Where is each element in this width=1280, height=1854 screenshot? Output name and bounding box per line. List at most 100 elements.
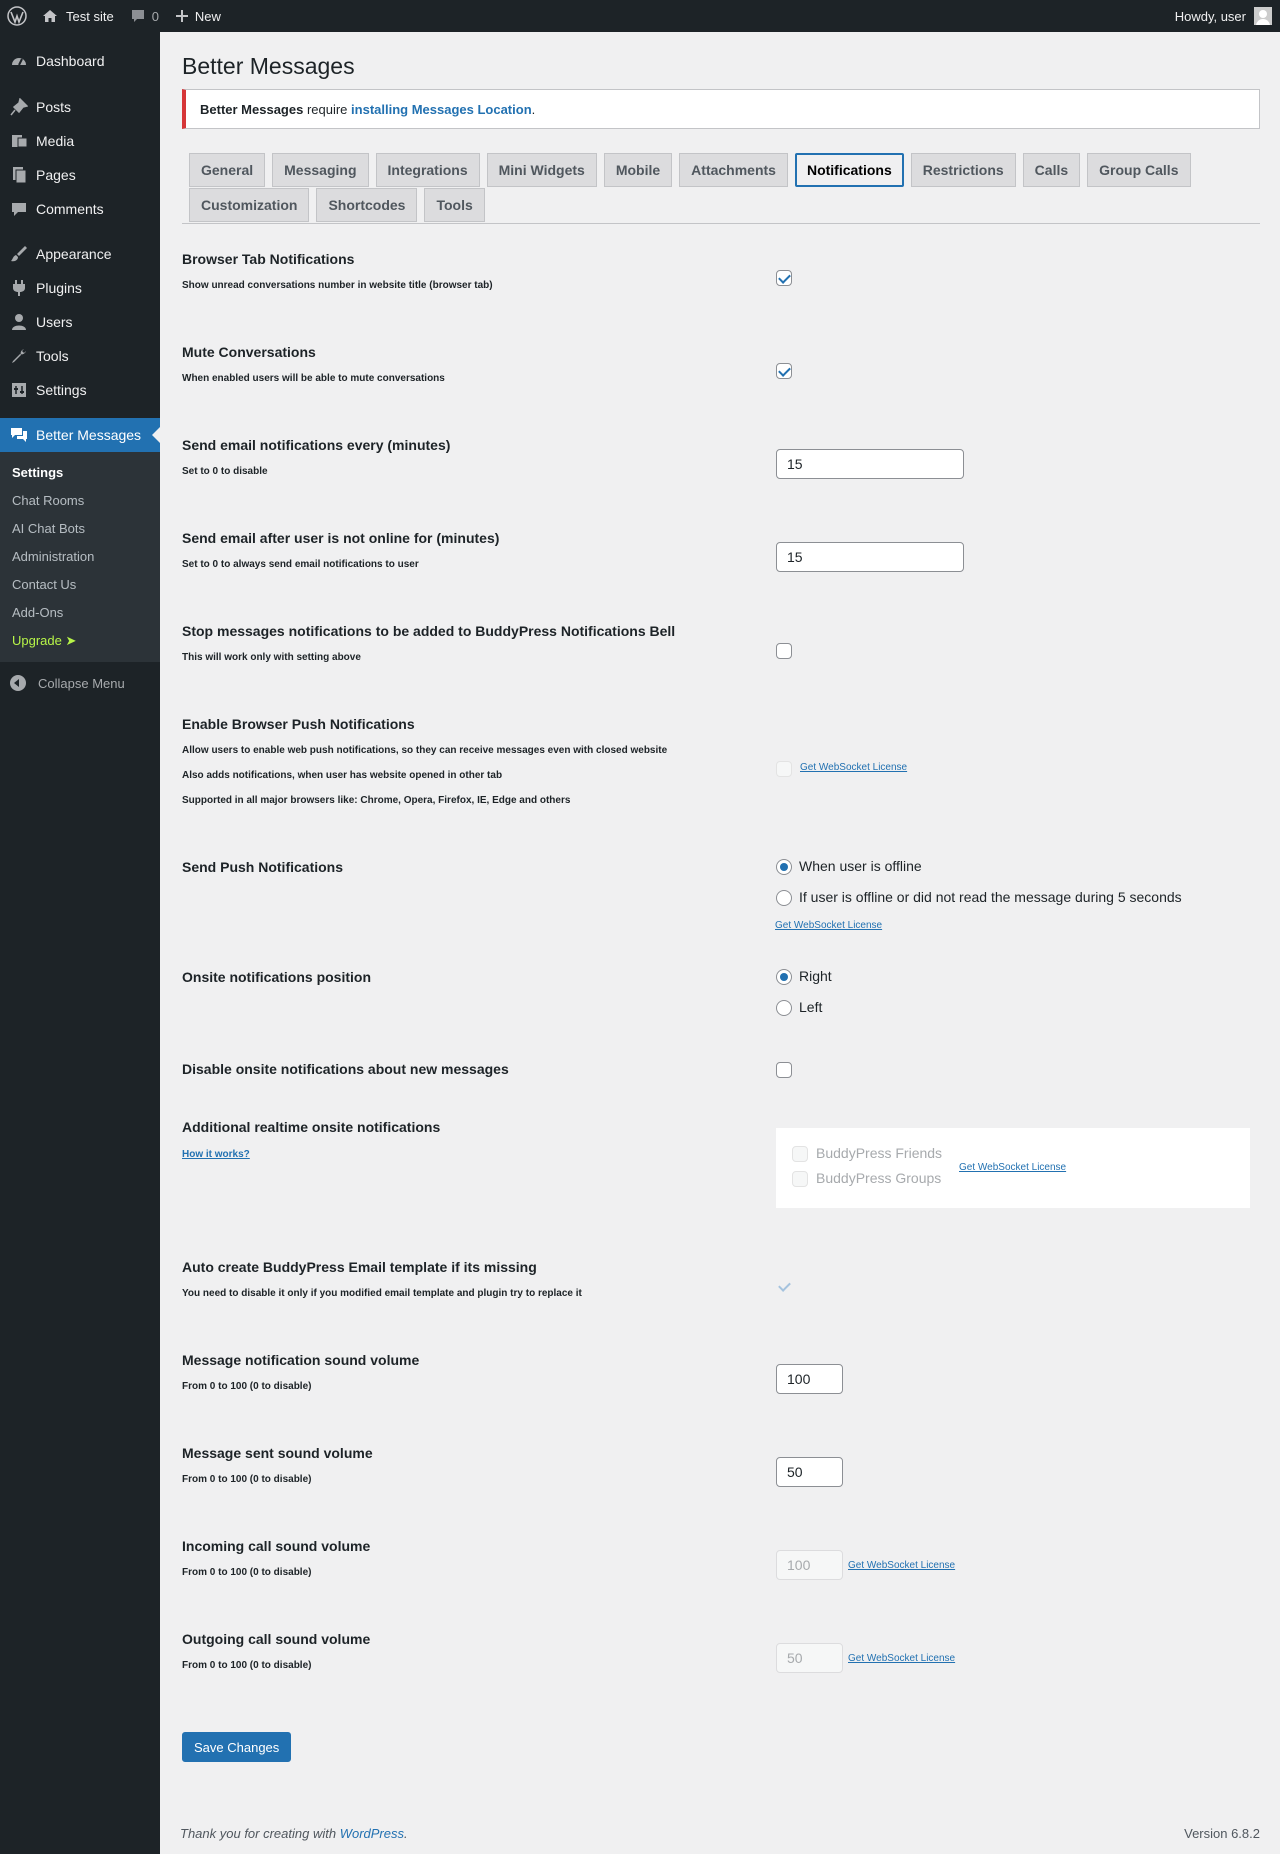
notice-install-link[interactable]: installing Messages Location — [351, 102, 532, 117]
better-messages-submenu: Settings Chat Rooms AI Chat Bots Adminis… — [0, 452, 160, 662]
comments-link[interactable]: 0 — [122, 0, 167, 32]
mute-checkbox[interactable] — [776, 363, 792, 379]
submenu-item-contact-us[interactable]: Contact Us — [0, 571, 160, 599]
sidebar-item-plugins[interactable]: Plugins — [0, 271, 160, 305]
collapse-menu-button[interactable]: Collapse Menu — [0, 666, 160, 700]
sidebar-item-posts[interactable]: Posts — [0, 90, 160, 124]
websocket-license-link[interactable]: Get WebSocket License — [775, 920, 882, 931]
browser-tab-checkbox[interactable] — [776, 270, 792, 286]
websocket-license-link[interactable]: Get WebSocket License — [848, 1653, 955, 1664]
new-label: New — [194, 8, 221, 24]
save-changes-button[interactable]: Save Changes — [182, 1732, 292, 1762]
stop-bell-checkbox[interactable] — [776, 643, 792, 659]
incoming-volume-input[interactable]: 100 — [776, 1550, 843, 1580]
sent-volume-input[interactable]: 50 — [776, 1457, 843, 1487]
buddypress-groups-checkbox[interactable] — [792, 1171, 808, 1187]
sidebar-item-comments[interactable]: Comments — [0, 192, 160, 226]
position-left-radio[interactable] — [776, 1000, 792, 1016]
settings-icon — [10, 381, 28, 399]
sidebar-item-media[interactable]: Media — [0, 124, 160, 158]
email-offline-input[interactable]: 15 — [776, 542, 964, 572]
setting-label: Send email after user is not online for … — [182, 530, 500, 546]
sidebar-item-label: Better Messages — [36, 427, 142, 443]
setting-label: Browser Tab Notifications — [182, 251, 355, 267]
comment-icon — [10, 200, 28, 218]
tab-notifications[interactable]: Notifications — [794, 153, 904, 187]
tab-integrations[interactable]: Integrations — [375, 153, 480, 187]
sidebar-item-label: Posts — [36, 99, 72, 115]
outgoing-volume-input[interactable]: 50 — [776, 1643, 843, 1673]
send-push-offline-radio[interactable] — [776, 859, 792, 875]
websocket-license-link[interactable]: Get WebSocket License — [848, 1560, 955, 1571]
setting-label: Incoming call sound volume — [182, 1538, 371, 1554]
footer-wordpress-link[interactable]: WordPress — [340, 1826, 404, 1841]
notification-volume-input[interactable]: 100 — [776, 1364, 843, 1394]
buddypress-friends-checkbox[interactable] — [792, 1146, 808, 1162]
wordpress-logo-icon[interactable] — [0, 0, 34, 32]
sidebar-item-users[interactable]: Users — [0, 305, 160, 339]
setting-label: Onsite notifications position — [182, 969, 371, 985]
how-it-works-link[interactable]: How it works? — [182, 1149, 250, 1160]
tab-messaging[interactable]: Messaging — [272, 153, 369, 187]
sidebar-item-settings[interactable]: Settings — [0, 373, 160, 407]
footer-text: Thank you for creating with — [180, 1826, 340, 1841]
plug-icon — [10, 279, 28, 297]
tab-general[interactable]: General — [189, 153, 266, 187]
tab-attachments[interactable]: Attachments — [679, 153, 788, 187]
tab-mini-widgets[interactable]: Mini Widgets — [486, 153, 597, 187]
plus-icon — [175, 10, 188, 22]
collapse-arrow-icon — [10, 675, 26, 691]
tab-tools[interactable]: Tools — [424, 188, 485, 222]
submenu-item-settings[interactable]: Settings — [0, 459, 160, 487]
setting-description: Allow users to enable web push notificat… — [182, 745, 668, 756]
new-content-link[interactable]: New — [167, 0, 229, 32]
dashboard-icon — [10, 52, 28, 70]
sidebar-item-pages[interactable]: Pages — [0, 158, 160, 192]
submenu-item-ai-chat-bots[interactable]: AI Chat Bots — [0, 515, 160, 543]
submenu-item-add-ons[interactable]: Add-Ons — [0, 599, 160, 627]
checkbox-label: BuddyPress Groups — [816, 1170, 942, 1186]
position-right-radio[interactable] — [776, 969, 792, 985]
send-push-unread-radio[interactable] — [776, 890, 792, 906]
sidebar-item-appearance[interactable]: Appearance — [0, 237, 160, 271]
radio-label: If user is offline or did not read the m… — [799, 889, 1182, 905]
setting-label: Enable Browser Push Notifications — [182, 716, 415, 732]
email-every-input[interactable]: 15 — [776, 449, 964, 479]
sidebar-item-tools[interactable]: Tools — [0, 339, 160, 373]
sidebar-item-better-messages[interactable]: Better Messages — [0, 418, 160, 452]
setting-label: Send email notifications every (minutes) — [182, 437, 451, 453]
tab-mobile[interactable]: Mobile — [603, 153, 673, 187]
sidebar-item-label: Media — [36, 133, 75, 149]
main-content: Better Messages Better Messages require … — [182, 32, 1260, 1762]
tab-shortcodes[interactable]: Shortcodes — [316, 188, 418, 222]
tab-calls[interactable]: Calls — [1022, 153, 1081, 187]
setting-description: Supported in all major browsers like: Ch… — [182, 795, 571, 806]
admin-bar: Test site 0 New Howdy, user — [0, 0, 1280, 32]
sidebar-item-dashboard[interactable]: Dashboard — [0, 44, 160, 78]
websocket-license-link[interactable]: Get WebSocket License — [959, 1162, 1066, 1173]
disable-onsite-checkbox[interactable] — [776, 1062, 792, 1078]
tab-group-calls[interactable]: Group Calls — [1087, 153, 1191, 187]
error-notice: Better Messages require installing Messa… — [182, 89, 1260, 129]
submenu-item-upgrade[interactable]: Upgrade ➤ — [0, 627, 160, 655]
media-icon — [10, 132, 28, 150]
sidebar-item-label: Comments — [36, 201, 104, 217]
tab-customization[interactable]: Customization — [189, 188, 310, 222]
setting-description: You need to disable it only if you modif… — [182, 1288, 582, 1299]
site-name-link[interactable]: Test site — [34, 0, 122, 32]
my-account-link[interactable]: Howdy, user — [1167, 0, 1280, 32]
footer-end: . — [404, 1826, 408, 1841]
websocket-license-link[interactable]: Get WebSocket License — [800, 762, 907, 773]
submenu-item-chat-rooms[interactable]: Chat Rooms — [0, 487, 160, 515]
setting-description: This will work only with setting above — [182, 652, 361, 663]
setting-description: Set to 0 to disable — [182, 466, 268, 477]
brush-icon — [10, 245, 28, 263]
auto-email-checkbox[interactable] — [776, 1278, 792, 1294]
sidebar-item-label: Tools — [36, 348, 69, 364]
pin-icon — [10, 98, 28, 116]
tab-restrictions[interactable]: Restrictions — [910, 153, 1016, 187]
submenu-item-administration[interactable]: Administration — [0, 543, 160, 571]
checkbox-label: BuddyPress Friends — [816, 1145, 943, 1161]
browser-push-checkbox[interactable] — [776, 761, 792, 777]
sidebar-item-label: Users — [36, 314, 73, 330]
